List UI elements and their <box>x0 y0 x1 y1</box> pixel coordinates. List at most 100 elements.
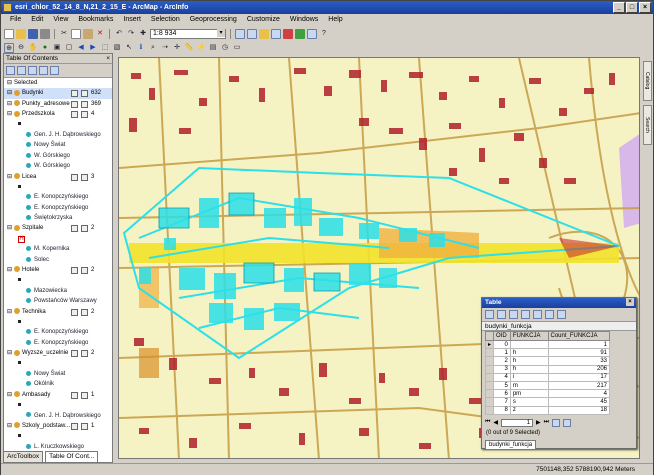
table-row[interactable]: 1 h 91 <box>484 348 610 358</box>
collapse-icon[interactable]: ⊟ <box>7 172 14 182</box>
clear-selection-icon[interactable]: ▧ <box>112 43 122 53</box>
last-record-icon[interactable]: ⏭ <box>544 419 549 426</box>
selected-feature-row[interactable]: Okólnik <box>4 379 112 389</box>
next-record-icon[interactable]: ▶ <box>536 419 541 426</box>
row-selector[interactable] <box>484 356 495 366</box>
toc-layer-row[interactable]: ⊟ Punkty_adresowe 369 <box>4 99 112 109</box>
row-selector[interactable] <box>484 405 495 415</box>
maximize-button[interactable]: □ <box>626 2 638 13</box>
toc-layer-row[interactable]: ⊟ Szpitale 2 <box>4 223 112 233</box>
table-tab[interactable]: budynki_funkcja <box>485 439 537 450</box>
clear-layer-selection-icon[interactable] <box>81 350 88 358</box>
zoom-to-layer-icon[interactable] <box>71 308 78 316</box>
catalog-tab[interactable]: Catalog <box>643 61 652 101</box>
table-close-icon[interactable]: × <box>626 298 634 306</box>
show-selected-records-icon[interactable] <box>563 418 572 427</box>
table-options-icon[interactable] <box>485 310 494 319</box>
pan-icon[interactable]: ✋ <box>28 43 38 53</box>
menu-help[interactable]: Help <box>323 14 347 26</box>
python-icon[interactable] <box>295 28 305 39</box>
add-data-icon[interactable]: ✚ <box>138 29 148 39</box>
zoom-in-icon[interactable]: ⊕ <box>4 42 14 53</box>
identify-icon[interactable]: ℹ <box>136 43 146 53</box>
row-selector[interactable]: ▸ <box>484 339 495 350</box>
list-by-drawing-order-icon[interactable] <box>6 66 15 75</box>
menu-view[interactable]: View <box>48 14 73 26</box>
menu-insert[interactable]: Insert <box>118 14 146 26</box>
row-selector[interactable] <box>484 364 495 374</box>
back-extent-icon[interactable]: ◀ <box>76 43 86 53</box>
collapse-icon[interactable]: ⊟ <box>7 348 14 358</box>
collapse-icon[interactable]: ⊟ <box>7 223 14 233</box>
tab-arctoolbox[interactable]: ArcToolbox <box>3 451 44 463</box>
row-selector[interactable] <box>484 372 495 382</box>
selected-feature-row[interactable]: Gen. J. H. Dąbrowskiego <box>4 130 112 140</box>
catalog-icon[interactable] <box>259 28 269 39</box>
table-row[interactable]: 2 h 33 <box>484 356 610 366</box>
toc-layer-row[interactable]: ⊟ Licea 3 <box>4 172 112 182</box>
table-row[interactable]: ▸ 0 1 <box>484 339 610 350</box>
column-header[interactable]: FUNKCJA <box>509 331 549 341</box>
zoom-to-layer-icon[interactable] <box>71 350 78 358</box>
toc-layer-row[interactable]: ⊟ Hotele 2 <box>4 265 112 275</box>
hyperlink-icon[interactable]: ⚡ <box>196 43 206 53</box>
modelbuilder-icon[interactable] <box>307 28 317 39</box>
collapse-icon[interactable]: ⊟ <box>7 265 14 275</box>
switch-selection-icon[interactable] <box>521 310 530 319</box>
selected-feature-row[interactable]: E. Konopczyńskiego <box>4 192 112 202</box>
row-selector[interactable] <box>484 380 495 391</box>
zoom-out-icon[interactable]: ⊖ <box>16 43 26 53</box>
menu-customize[interactable]: Customize <box>242 14 285 26</box>
menu-windows[interactable]: Windows <box>285 14 323 26</box>
collapse-icon[interactable]: ⊟ <box>7 88 14 98</box>
select-elements-icon[interactable]: ↖ <box>124 43 134 53</box>
tab-table-of-contents[interactable]: Table Of Cont... <box>45 451 99 463</box>
minimize-button[interactable]: _ <box>613 2 625 13</box>
clear-layer-selection-icon[interactable] <box>81 100 88 108</box>
related-tables-icon[interactable] <box>497 310 506 319</box>
collapse-icon[interactable]: ⊟ <box>7 99 14 109</box>
row-selector[interactable] <box>484 348 495 358</box>
selected-feature-row[interactable]: E. Konopczyńskiego <box>4 338 112 348</box>
select-by-attributes-icon[interactable] <box>509 310 518 319</box>
column-header[interactable]: OID <box>493 331 511 341</box>
search-tab[interactable]: Search <box>643 105 652 145</box>
help-icon[interactable]: ? <box>319 29 329 39</box>
collapse-icon[interactable]: ⊟ <box>7 109 14 119</box>
close-button[interactable]: × <box>639 2 651 13</box>
show-all-records-icon[interactable] <box>552 418 561 427</box>
clear-layer-selection-icon[interactable] <box>81 111 88 119</box>
table-row[interactable]: 6 pm 4 <box>484 389 610 399</box>
selected-feature-row[interactable]: E. Konopczyńskiego <box>4 203 112 213</box>
find-route-icon[interactable]: ⇢ <box>160 43 170 53</box>
save-icon[interactable] <box>28 28 38 39</box>
table-row[interactable]: 5 m 217 <box>484 380 610 391</box>
table-row[interactable]: 7 s 45 <box>484 397 610 407</box>
first-record-icon[interactable]: ⏮ <box>485 419 490 426</box>
menu-file[interactable]: File <box>5 14 26 26</box>
selected-feature-row[interactable]: Świętokrzyska <box>4 213 112 223</box>
fixed-zoom-in-icon[interactable]: ▣ <box>52 43 62 53</box>
selected-feature-row[interactable]: E. Konopczyńskiego <box>4 327 112 337</box>
clear-layer-selection-icon[interactable] <box>81 267 88 275</box>
delete-selected-icon[interactable] <box>557 310 566 319</box>
row-selector[interactable] <box>484 389 495 399</box>
clear-layer-selection-icon[interactable] <box>81 225 88 233</box>
toc-layer-row[interactable]: ⊟ Wyzsze_uczelnie 2 <box>4 348 112 358</box>
fixed-zoom-out-icon[interactable]: ▢ <box>64 43 74 53</box>
time-slider-icon[interactable]: ◷ <box>220 43 230 53</box>
table-row[interactable]: 4 i 17 <box>484 372 610 382</box>
go-to-xy-icon[interactable]: ✛ <box>172 43 182 53</box>
selected-feature-row[interactable]: Solec <box>4 255 112 265</box>
selected-feature-row[interactable]: Nowy Świat <box>4 140 112 150</box>
previous-record-icon[interactable]: ◀ <box>493 419 498 426</box>
selected-feature-row[interactable]: W. Górskiego <box>4 151 112 161</box>
redo-icon[interactable]: ↷ <box>126 29 136 39</box>
find-icon[interactable]: ⌕ <box>148 43 158 53</box>
toc-layer-row[interactable]: ⊟ Przedszkola 4 <box>4 109 112 119</box>
full-extent-icon[interactable]: ● <box>40 43 50 53</box>
search-window-icon[interactable] <box>271 28 281 39</box>
zoom-to-layer-icon[interactable] <box>71 111 78 119</box>
zoom-to-layer-icon[interactable] <box>71 100 78 108</box>
selected-feature-row[interactable]: M. Kopernika <box>4 244 112 254</box>
